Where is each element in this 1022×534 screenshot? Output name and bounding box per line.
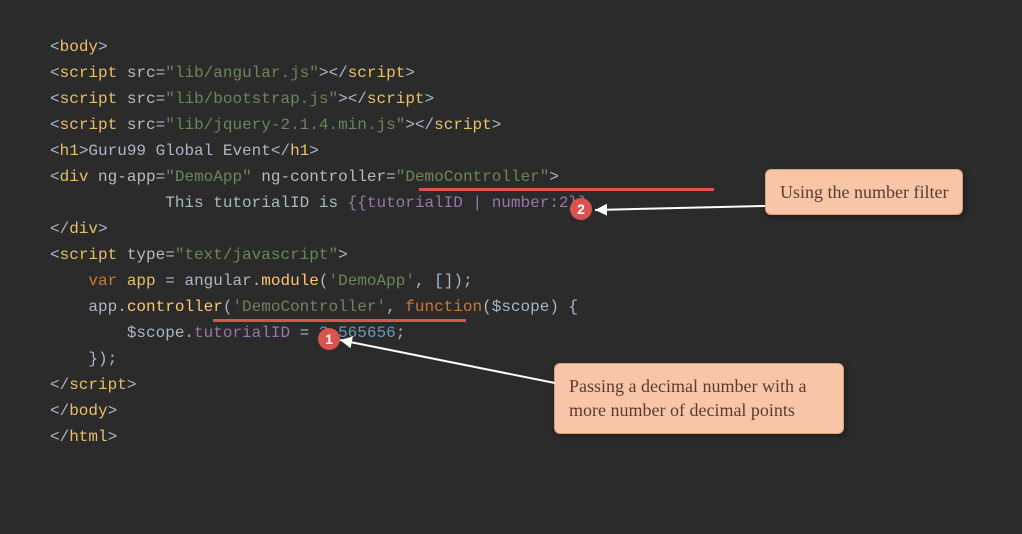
annotation-badge-1: 1	[318, 328, 340, 350]
code-line: app.controller('DemoController', functio…	[50, 298, 578, 316]
underline-2	[419, 188, 714, 191]
code-line: <script src="lib/bootstrap.js"></script>	[50, 90, 434, 108]
code-editor: <body> <script src="lib/angular.js"></sc…	[0, 0, 1022, 450]
code-line: <script src="lib/jquery-2.1.4.min.js"></…	[50, 116, 501, 134]
code-line: <body>	[50, 38, 108, 56]
callout-decimal-number: Passing a decimal number with a more num…	[554, 363, 844, 434]
underline-1	[213, 319, 466, 322]
code-line: </body>	[50, 402, 117, 420]
code-line: <script type="text/javascript">	[50, 246, 348, 264]
code-line: </div>	[50, 220, 108, 238]
code-line: <script src="lib/angular.js"></script>	[50, 64, 415, 82]
code-line: </script>	[50, 376, 136, 394]
annotation-badge-2: 2	[570, 198, 592, 220]
code-line: This tutorialID is {{tutorialID | number…	[50, 194, 588, 212]
callout-number-filter: Using the number filter	[765, 169, 963, 215]
code-line: </html>	[50, 428, 117, 446]
code-line: var app = angular.module('DemoApp', []);	[50, 272, 473, 290]
code-line: $scope.tutorialID = 3.565656;	[50, 324, 405, 342]
code-line: <div ng-app="DemoApp" ng-controller="Dem…	[50, 168, 559, 186]
code-line: });	[50, 350, 117, 368]
code-line: <h1>Guru99 Global Event</h1>	[50, 142, 319, 160]
